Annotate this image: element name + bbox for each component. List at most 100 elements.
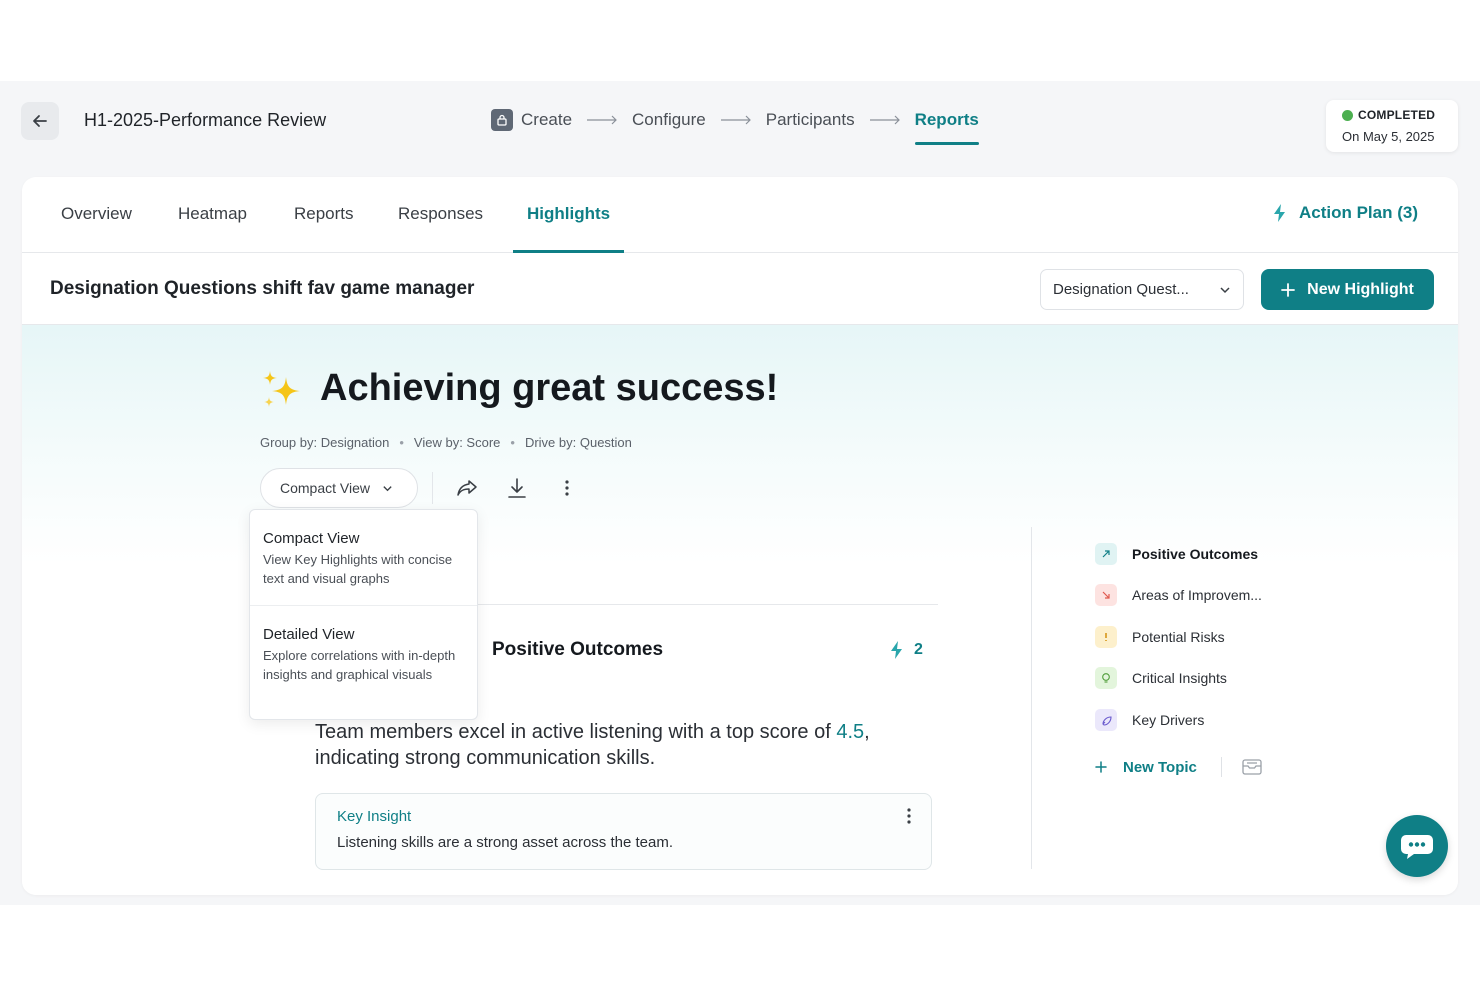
topic-label: Positive Outcomes [1132,546,1259,562]
arrow-up-right-icon [1095,543,1117,565]
more-vertical-icon[interactable] [907,808,911,824]
inbox-icon[interactable] [1242,758,1262,776]
divider [1220,757,1222,777]
new-topic-button[interactable]: New Topic [1123,759,1197,776]
topic-positive-outcomes[interactable]: Positive Outcomes [1095,543,1258,565]
status-date: On May 5, 2025 [1342,129,1435,144]
option-description: Explore correlations with in-depth insig… [263,648,456,682]
key-insight-card: Key Insight Listening skills are a stron… [315,793,932,870]
status-dot-icon [1342,109,1353,121]
highlight-meta: Group by: Designation • View by: Score •… [260,435,632,450]
step-label: Participants [765,110,855,129]
download-icon [508,478,526,498]
status-card: COMPLETED On May 5, 2025 [1326,100,1458,152]
step-participants[interactable]: Participants [766,110,855,130]
option-title: Compact View [263,530,360,547]
lock-icon [491,109,513,131]
separator-dot: • [399,435,404,450]
view-by: View by: Score [413,435,501,450]
highlight-headline: Achieving great success! [320,367,779,409]
option-description: View Key Highlights with concise text an… [263,552,453,586]
tab-reports[interactable]: Reports [294,204,354,224]
more-options-button[interactable] [553,474,581,502]
topic-critical-insights[interactable]: Critical Insights [1095,667,1227,689]
dropdown-option-compact[interactable]: Compact View View Key Highlights with co… [250,510,477,588]
view-mode-dropdown: Compact View View Key Highlights with co… [249,509,478,720]
app-shell: H1-2025-Performance Review Create Config… [0,81,1480,905]
insight-label: Key Insight [337,808,412,825]
action-plan-label: Action Plan (3) [1298,203,1418,222]
bulb-icon [1095,667,1117,689]
view-mode-label: Compact View [280,480,371,496]
count-value: 2 [914,641,923,658]
tab-overview[interactable]: Overview [61,204,132,224]
new-highlight-label: New Highlight [1307,280,1414,298]
stepper: Create Configure Participants Reports [491,109,980,145]
tab-highlights[interactable]: Highlights [527,204,610,224]
step-label: Create [521,110,573,129]
arrow-left-icon [33,115,47,127]
topic-label: Potential Risks [1132,629,1225,645]
step-label: Configure [632,110,706,129]
topic-label: Critical Insights [1132,670,1227,686]
chat-icon [1401,835,1433,859]
back-button[interactable] [21,102,59,140]
statement-text: Team members excel in active listening w… [315,721,837,743]
arrow-right-icon [860,115,910,125]
step-label: Reports [914,110,979,129]
rocket-icon [1095,709,1117,731]
lightning-icon [1273,204,1285,222]
step-configure[interactable]: Configure [632,110,706,130]
chat-button[interactable] [1386,815,1448,877]
topic-label: Areas of Improvem... [1132,587,1262,603]
topic-label: Key Drivers [1132,712,1205,728]
highlight-count: 2 [890,641,923,659]
lightning-icon [891,641,902,659]
arrow-right-icon [711,115,761,125]
more-vertical-icon [565,480,569,496]
tab-responses[interactable]: Responses [398,204,483,224]
highlight-toolbar: Compact View [260,468,603,508]
section-title: Positive Outcomes [492,639,664,660]
select-value: Designation Quest... [1053,281,1189,298]
step-reports[interactable]: Reports [914,110,980,145]
designation-select[interactable]: Designation Quest... [1040,269,1244,310]
statement-score: 4.5 [836,721,865,743]
page-title: H1-2025-Performance Review [84,110,327,130]
warning-icon [1095,626,1117,648]
chevron-down-icon [1220,287,1230,294]
sidebar-divider [1031,527,1032,869]
subheader: Designation Questions shift fav game man… [22,253,1458,325]
highlight-set-title: Designation Questions shift fav game man… [50,278,475,299]
download-button[interactable] [503,474,531,502]
new-highlight-button[interactable]: New Highlight [1261,269,1434,310]
new-topic-row: New Topic [1095,757,1262,777]
separator-dot: • [510,435,515,450]
topic-potential-risks[interactable]: Potential Risks [1095,626,1225,648]
action-plan-button[interactable]: Action Plan (3) [1273,203,1418,223]
insight-text: Listening skills are a strong asset acro… [337,834,673,851]
tab-heatmap[interactable]: Heatmap [178,204,247,224]
highlight-content: Achieving great success! Group by: Desig… [22,325,1458,895]
plus-icon [1095,761,1107,773]
highlight-statement: Team members excel in active listening w… [315,719,935,771]
toolbar-divider [432,472,433,504]
step-create[interactable]: Create [491,109,572,131]
option-title: Detailed View [263,626,355,643]
group-by: Group by: Designation [260,435,390,450]
dropdown-option-detailed[interactable]: Detailed View Explore correlations with … [250,605,477,684]
view-mode-select[interactable]: Compact View [260,468,418,508]
chevron-down-icon [383,485,392,491]
share-icon [457,480,477,496]
arrow-right-icon [577,115,627,125]
arrow-down-icon [1095,584,1117,606]
main-card: Overview Heatmap Reports Responses Highl… [22,177,1458,895]
topic-areas-of-improvement[interactable]: Areas of Improvem... [1095,584,1262,606]
sparkles-icon [263,371,300,407]
topic-key-drivers[interactable]: Key Drivers [1095,709,1204,731]
share-button[interactable] [453,474,481,502]
status-label: COMPLETED [1358,108,1436,122]
drive-by: Drive by: Question [524,435,632,450]
tab-bar: Overview Heatmap Reports Responses Highl… [22,177,1458,253]
status-badge: COMPLETED [1342,108,1458,122]
